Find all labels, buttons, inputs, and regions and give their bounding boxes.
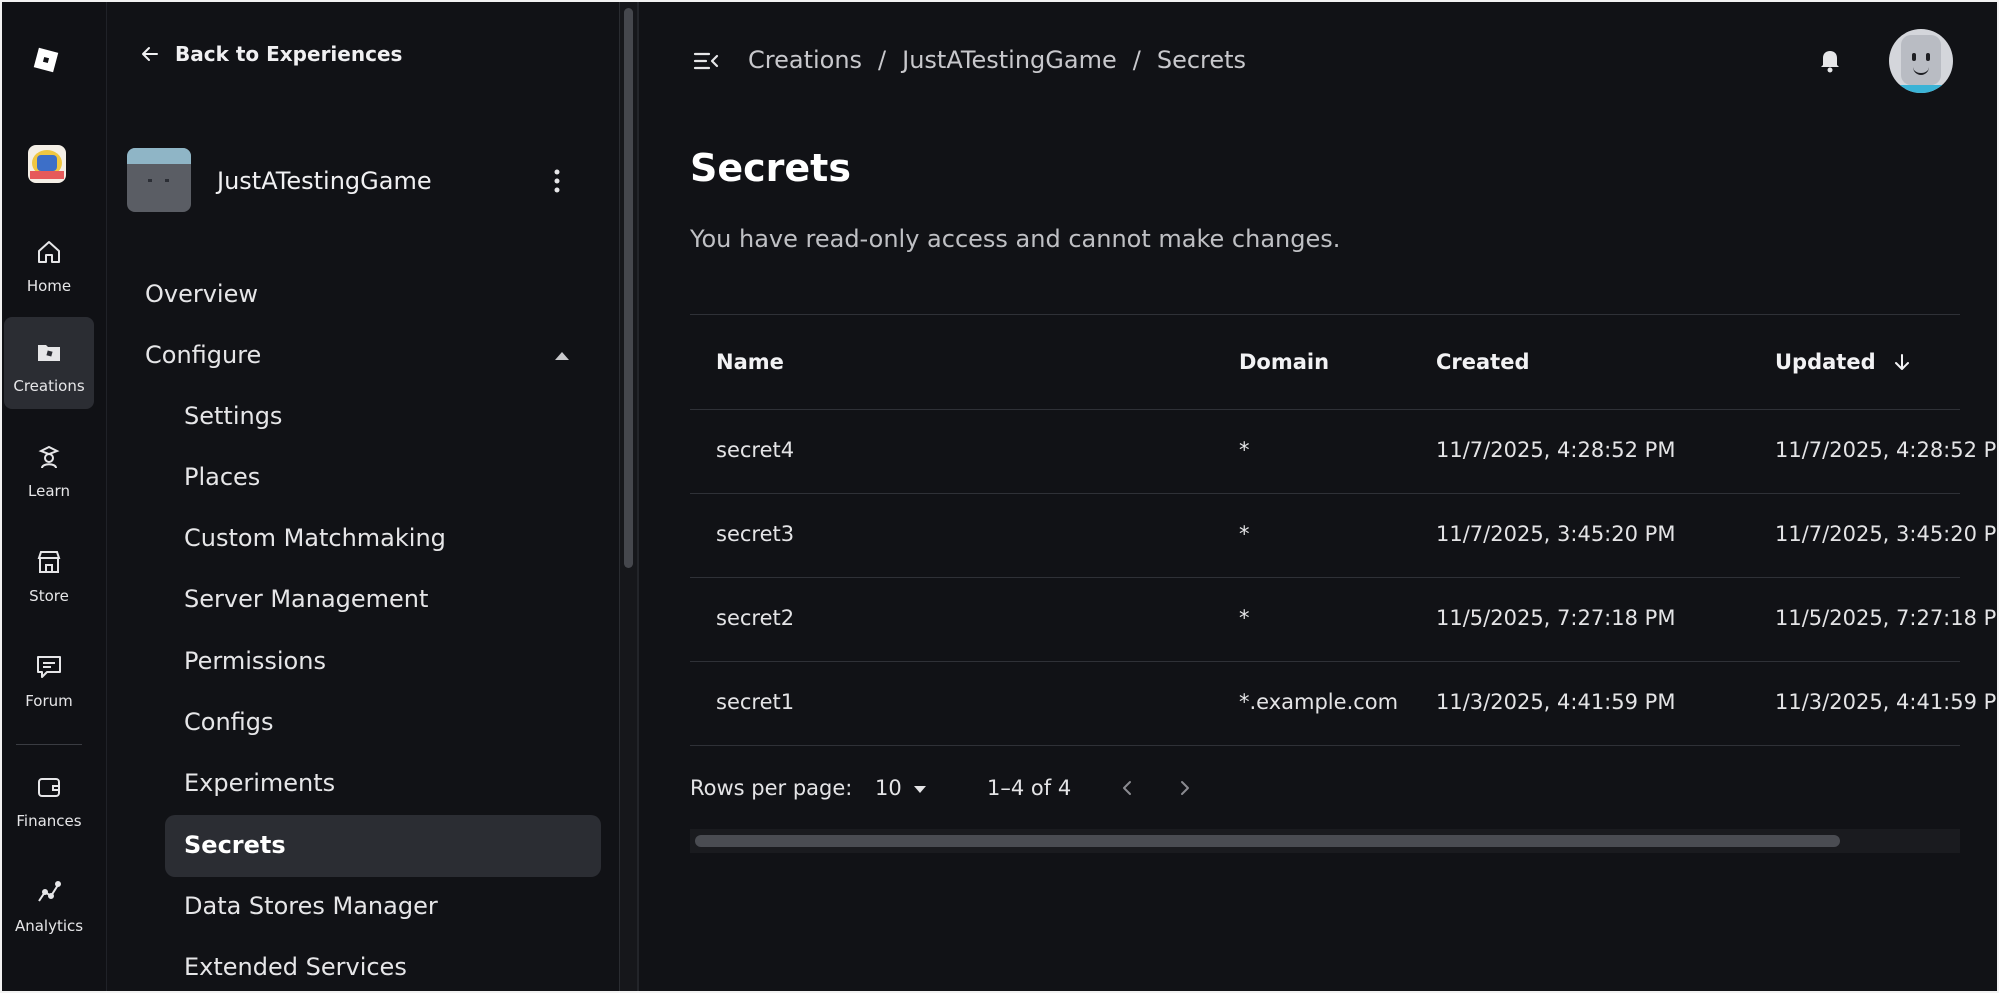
cell-name[interactable]: secret2 bbox=[716, 606, 794, 630]
nav-experiments[interactable]: Experiments bbox=[184, 763, 335, 803]
roblox-logo-icon[interactable] bbox=[30, 44, 62, 76]
rail-item-label: Home bbox=[26, 277, 72, 295]
rail-item-store[interactable]: Store bbox=[4, 527, 94, 619]
nav-overview[interactable]: Overview bbox=[145, 274, 258, 314]
previous-page-icon[interactable] bbox=[1116, 776, 1138, 800]
cell-updated: 11/5/2025, 7:27:18 P bbox=[1775, 606, 1997, 630]
nav-custom-matchmaking[interactable]: Custom Matchmaking bbox=[184, 518, 446, 558]
caret-up-icon[interactable] bbox=[555, 352, 569, 360]
global-nav-rail: Home Creations Learn Store Forum Finance… bbox=[2, 2, 107, 991]
back-label: Back to Experiences bbox=[175, 42, 403, 66]
cell-updated: 11/3/2025, 4:41:59 P bbox=[1775, 690, 1997, 714]
forum-icon bbox=[37, 656, 61, 678]
rail-item-analytics[interactable]: Analytics bbox=[4, 857, 94, 949]
updated-header-label: Updated bbox=[1775, 350, 1876, 374]
game-thumbnail bbox=[127, 148, 191, 212]
nav-configs[interactable]: Configs bbox=[184, 702, 274, 742]
cell-name[interactable]: secret1 bbox=[716, 690, 794, 714]
rows-per-page-select[interactable]: 10 bbox=[875, 776, 902, 800]
breadcrumb: Creations / JustATestingGame / Secrets bbox=[748, 46, 1246, 74]
home-icon bbox=[38, 241, 60, 263]
collapse-menu-icon[interactable] bbox=[692, 47, 720, 75]
sidenav-scrollbar-thumb[interactable] bbox=[624, 8, 633, 568]
table-row-border bbox=[690, 577, 1960, 578]
cell-created: 11/3/2025, 4:41:59 PM bbox=[1436, 690, 1676, 714]
back-to-experiences-link[interactable]: Back to Experiences bbox=[139, 42, 402, 66]
read-only-notice: You have read-only access and cannot mak… bbox=[690, 225, 1341, 253]
rows-per-page-label: Rows per page: bbox=[690, 776, 853, 800]
notification-bell-icon[interactable] bbox=[1816, 45, 1844, 75]
cell-created: 11/7/2025, 4:28:52 PM bbox=[1436, 438, 1676, 462]
table-header-border bbox=[690, 409, 1960, 410]
cell-domain: *.example.com bbox=[1239, 690, 1399, 714]
rail-item-label: Learn bbox=[28, 482, 70, 500]
column-header-name[interactable]: Name bbox=[716, 350, 784, 374]
sort-descending-icon[interactable] bbox=[1893, 352, 1911, 372]
rail-item-label: Store bbox=[29, 587, 69, 605]
game-name: JustATestingGame bbox=[217, 167, 432, 195]
rail-item-label: Forum bbox=[25, 692, 73, 710]
cell-created: 11/7/2025, 3:45:20 PM bbox=[1436, 522, 1676, 546]
cell-updated: 11/7/2025, 4:28:52 P bbox=[1775, 438, 1997, 462]
table-row-border bbox=[690, 745, 1960, 746]
rail-item-forum[interactable]: Forum bbox=[4, 632, 94, 724]
column-header-created[interactable]: Created bbox=[1436, 350, 1530, 374]
nav-extended-services[interactable]: Extended Services bbox=[184, 947, 407, 987]
nav-server-management[interactable]: Server Management bbox=[184, 579, 428, 619]
breadcrumb-separator: / bbox=[1132, 46, 1141, 74]
nav-permissions[interactable]: Permissions bbox=[184, 641, 326, 681]
folder-icon bbox=[38, 345, 60, 361]
table-row-border bbox=[690, 493, 1960, 494]
rail-item-home[interactable]: Home bbox=[4, 217, 94, 309]
column-header-updated[interactable]: Updated bbox=[1775, 350, 1911, 374]
table-row-border bbox=[690, 661, 1960, 662]
table-hscrollbar-thumb[interactable] bbox=[695, 835, 1840, 847]
store-icon bbox=[37, 551, 61, 573]
cell-domain: * bbox=[1239, 522, 1250, 546]
rail-item-creations[interactable]: Creations bbox=[4, 317, 94, 409]
experience-sidenav: Back to Experiences JustATestingGame Ove… bbox=[107, 2, 619, 991]
analytics-icon bbox=[38, 881, 61, 902]
breadcrumb-game[interactable]: JustATestingGame bbox=[902, 46, 1117, 74]
cell-updated: 11/7/2025, 3:45:20 P bbox=[1775, 522, 1997, 546]
dropdown-caret-icon[interactable] bbox=[914, 786, 926, 793]
nav-settings[interactable]: Settings bbox=[184, 396, 282, 436]
graduation-icon bbox=[38, 445, 60, 469]
nav-data-stores-manager[interactable]: Data Stores Manager bbox=[184, 886, 438, 926]
cell-domain: * bbox=[1239, 606, 1250, 630]
panel-divider bbox=[637, 2, 639, 991]
more-options-icon[interactable] bbox=[547, 168, 567, 194]
page-title: Secrets bbox=[690, 146, 851, 190]
cell-created: 11/5/2025, 7:27:18 PM bbox=[1436, 606, 1676, 630]
pagination-range: 1–4 of 4 bbox=[987, 776, 1072, 800]
game-switcher-icon[interactable] bbox=[28, 145, 66, 183]
cell-name[interactable]: secret3 bbox=[716, 522, 794, 546]
next-page-icon[interactable] bbox=[1174, 776, 1196, 800]
column-header-domain[interactable]: Domain bbox=[1239, 350, 1329, 374]
user-avatar[interactable] bbox=[1889, 29, 1953, 93]
cell-domain: * bbox=[1239, 438, 1250, 462]
nav-secrets[interactable]: Secrets bbox=[184, 825, 286, 865]
rail-item-learn[interactable]: Learn bbox=[4, 422, 94, 514]
nav-places[interactable]: Places bbox=[184, 457, 260, 497]
wallet-icon bbox=[38, 778, 60, 797]
nav-configure[interactable]: Configure bbox=[145, 335, 261, 375]
arrow-left-icon bbox=[142, 47, 158, 61]
rail-item-label: Creations bbox=[13, 377, 85, 395]
cell-name[interactable]: secret4 bbox=[716, 438, 794, 462]
rail-item-label: Finances bbox=[16, 812, 82, 830]
breadcrumb-secrets: Secrets bbox=[1156, 46, 1247, 74]
rail-divider bbox=[16, 744, 82, 745]
breadcrumb-separator: / bbox=[878, 46, 887, 74]
table-top-border bbox=[690, 314, 1960, 315]
rail-item-finances[interactable]: Finances bbox=[4, 752, 94, 844]
breadcrumb-creations[interactable]: Creations bbox=[748, 46, 862, 74]
rail-item-label: Analytics bbox=[14, 917, 84, 935]
